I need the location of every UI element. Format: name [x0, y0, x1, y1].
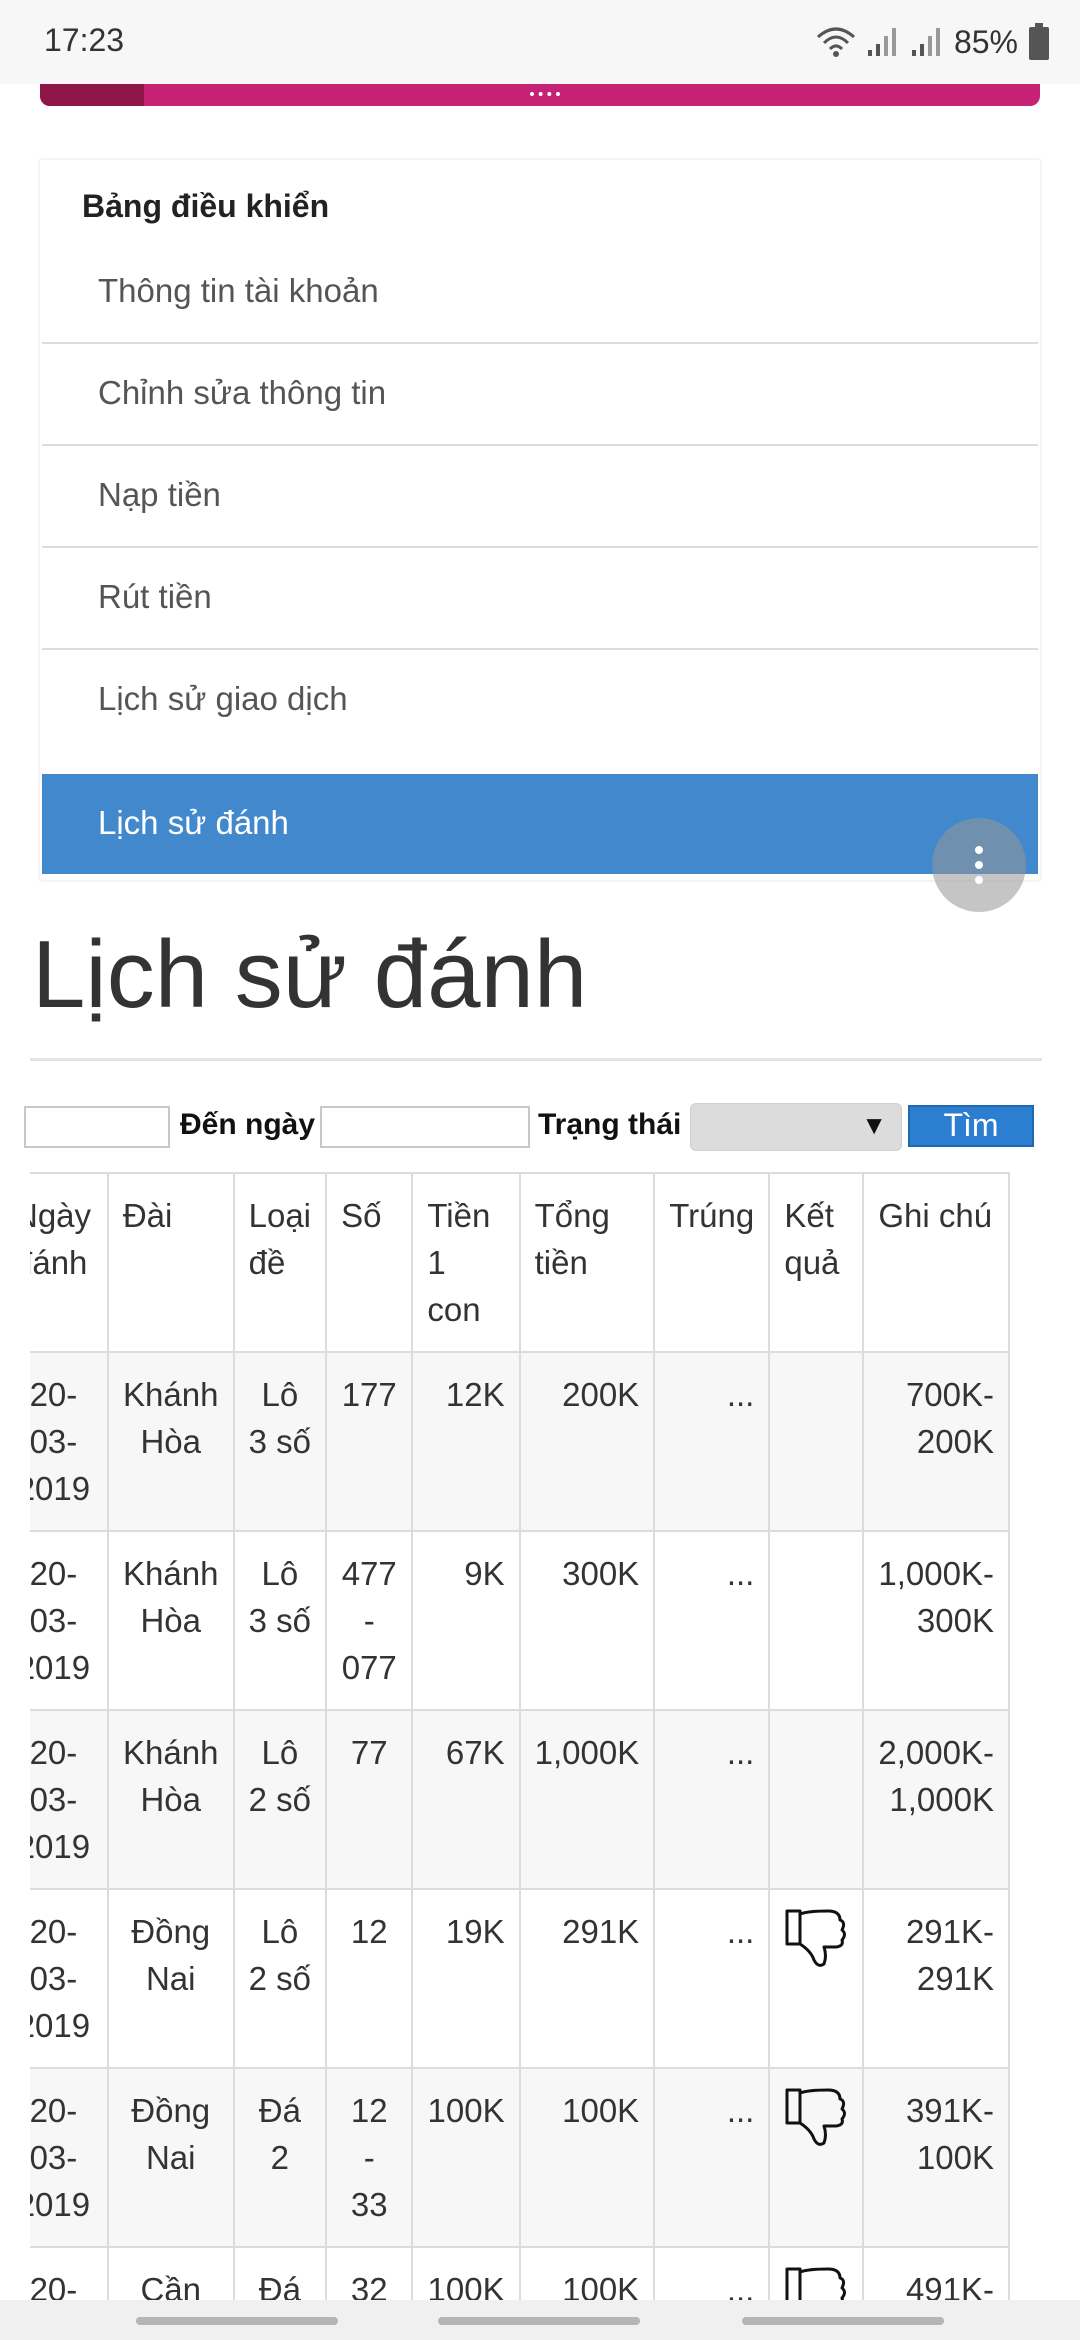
cell-win: ...	[653, 2067, 771, 2248]
cell-station: Khánh Hòa	[106, 1530, 235, 1711]
nav-home-handle[interactable]	[438, 2317, 640, 2325]
cell-note: 391K-100K	[862, 2067, 1010, 2248]
column-header-type: Loại đề	[232, 1172, 328, 1353]
table-row: 20-03-2019 Khánh Hòa Lô 3 số 477 - 077 9…	[30, 1530, 1010, 1711]
search-button[interactable]: Tìm	[908, 1105, 1034, 1147]
column-header-total: Tổng tiền	[518, 1172, 656, 1353]
cell-date: 20-03-2019	[30, 1530, 109, 1711]
signal-icon	[867, 28, 896, 56]
status-label: Trạng thái	[538, 1108, 682, 1141]
table-row: 20-03-2019 Đồng Nai Lô 2 số 12 19K 291K …	[30, 1888, 1010, 2069]
cell-win: ...	[653, 1709, 771, 1890]
dot-icon	[975, 846, 983, 854]
dashboard-menu: Bảng điều khiển Thông tin tài khoản Chỉn…	[40, 160, 1040, 880]
cell-station: Khánh Hòa	[106, 1351, 235, 1532]
cell-date: 20-03-2019	[30, 1709, 109, 1890]
cell-date: 20-03-2019	[30, 2067, 109, 2248]
cell-result	[768, 1709, 865, 1890]
cell-per-unit: 67K	[411, 1709, 521, 1890]
cell-number: 77	[325, 1709, 414, 1890]
menu-item-bet-history[interactable]: Lịch sử đánh	[42, 774, 1038, 874]
to-date-label: Đến ngày	[180, 1108, 316, 1141]
column-header-result: Kết quả	[768, 1172, 865, 1353]
caret-down-icon: ▼	[861, 1110, 887, 1140]
system-nav-bar	[0, 2300, 1080, 2340]
cell-number: 477 - 077	[325, 1530, 414, 1711]
column-header-date: Ngày đánh	[30, 1172, 109, 1353]
signal-icon	[911, 28, 940, 56]
cell-note: 700K-200K	[862, 1351, 1010, 1532]
cell-date: 20-03-2019	[30, 1351, 109, 1532]
table-header-row: Ngày đánh Đài Loại đề Số Tiền 1 con Tổng…	[30, 1172, 1010, 1353]
cell-station: Đồng Nai	[106, 1888, 235, 2069]
column-header-number: Số	[325, 1172, 414, 1353]
cell-number: 177	[325, 1351, 414, 1532]
menu-item-transaction-history[interactable]: Lịch sử giao dịch	[42, 648, 1038, 748]
menu-heading: Bảng điều khiển	[82, 188, 330, 224]
cell-per-unit: 9K	[411, 1530, 521, 1711]
cell-type: Lô 3 số	[232, 1351, 328, 1532]
table-row: 20-03-2019 Khánh Hòa Lô 3 số 177 12K 200…	[30, 1351, 1010, 1532]
cell-result	[768, 1351, 865, 1532]
column-header-station: Đài	[106, 1172, 235, 1353]
thumbs-down-icon	[785, 2088, 847, 2146]
divider	[30, 1058, 1042, 1061]
cell-type: Lô 2 số	[232, 1888, 328, 2069]
from-date-input[interactable]	[24, 1106, 170, 1148]
cell-note: 1,000K-300K	[862, 1530, 1010, 1711]
cell-per-unit: 12K	[411, 1351, 521, 1532]
page-title: Lịch sử đánh	[32, 921, 588, 1028]
cell-number: 12	[325, 1888, 414, 2069]
menu-item-edit-info[interactable]: Chỉnh sửa thông tin	[42, 342, 1038, 442]
cell-total: 300K	[518, 1530, 656, 1711]
cell-type: Lô 2 số	[232, 1709, 328, 1890]
cell-result	[768, 2067, 865, 2248]
nav-back-handle[interactable]	[742, 2317, 944, 2325]
nav-recents-handle[interactable]	[136, 2317, 338, 2325]
to-date-input[interactable]	[320, 1106, 530, 1148]
menu-item-deposit[interactable]: Nạp tiền	[42, 444, 1038, 544]
thumbs-down-icon	[785, 1909, 847, 1967]
cell-type: Đá 2	[232, 2067, 328, 2248]
header-banner	[40, 84, 1040, 106]
status-bar: 17:23 85%	[0, 0, 1080, 84]
cell-win: ...	[653, 1530, 771, 1711]
column-header-per-unit: Tiền 1 con	[411, 1172, 521, 1353]
wifi-icon	[816, 27, 855, 57]
cell-note: 291K-291K	[862, 1888, 1010, 2069]
cell-note: 2,000K-1,000K	[862, 1709, 1010, 1890]
menu-item-withdraw[interactable]: Rút tiền	[42, 546, 1038, 646]
battery-percent: 85%	[953, 23, 1018, 60]
cell-total: 200K	[518, 1351, 656, 1532]
status-select[interactable]: ▼	[690, 1103, 902, 1151]
cell-win: ...	[653, 1351, 771, 1532]
cell-date: 20-03-2019	[30, 1888, 109, 2069]
cell-per-unit: 100K	[411, 2067, 521, 2248]
status-icons: 85%	[816, 20, 1050, 64]
cell-station: Khánh Hòa	[106, 1709, 235, 1890]
cell-station: Đồng Nai	[106, 2067, 235, 2248]
column-header-note: Ghi chú	[862, 1172, 1010, 1353]
more-options-button[interactable]	[932, 818, 1026, 912]
cell-win: ...	[653, 1888, 771, 2069]
cell-result	[768, 1530, 865, 1711]
cell-total: 1,000K	[518, 1709, 656, 1890]
menu-item-account-info[interactable]: Thông tin tài khoản	[42, 242, 1038, 342]
bet-history-table: Ngày đánh Đài Loại đề Số Tiền 1 con Tổng…	[30, 1172, 1010, 2312]
column-header-win: Trúng	[653, 1172, 771, 1353]
table-row: 20-03-2019 Khánh Hòa Lô 2 số 77 67K 1,00…	[30, 1709, 1010, 1890]
cell-result	[768, 1888, 865, 2069]
dot-icon	[975, 861, 983, 869]
cell-number: 12 - 33	[325, 2067, 414, 2248]
table-row: 20-03-2019 Đồng Nai Đá 2 12 - 33 100K 10…	[30, 2067, 1010, 2248]
cell-total: 291K	[518, 1888, 656, 2069]
status-time: 17:23	[44, 22, 125, 58]
filter-bar: Đến ngày Trạng thái ▼ Tìm	[0, 1100, 1080, 1160]
bet-history-table-container[interactable]: Ngày đánh Đài Loại đề Số Tiền 1 con Tổng…	[30, 1172, 1042, 2312]
dot-icon	[975, 876, 983, 884]
cell-type: Lô 3 số	[232, 1530, 328, 1711]
battery-icon	[1029, 23, 1049, 60]
cell-per-unit: 19K	[411, 1888, 521, 2069]
cell-total: 100K	[518, 2067, 656, 2248]
